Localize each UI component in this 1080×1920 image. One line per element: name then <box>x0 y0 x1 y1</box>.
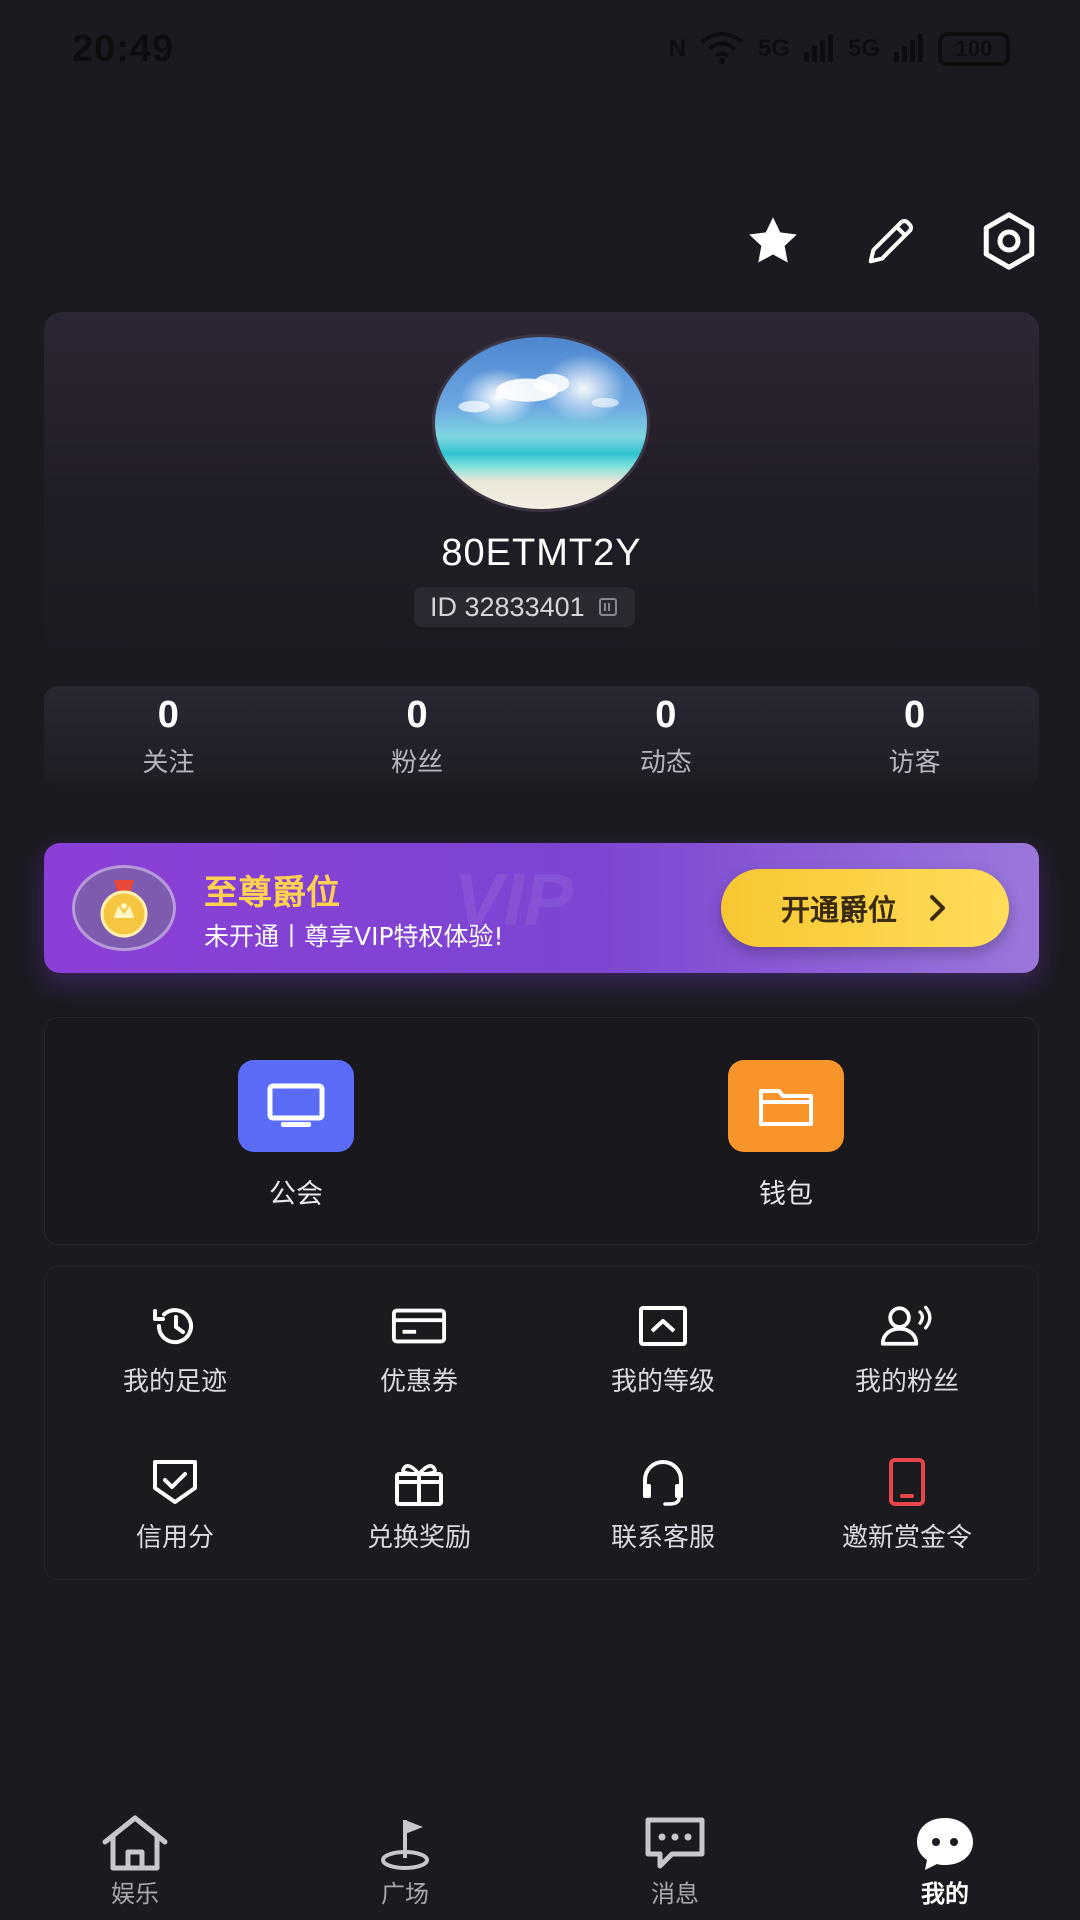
status-bar: 20:49 N 5G 5G 100 <box>0 0 1080 110</box>
service-invite[interactable]: 邀新赏金令 <box>785 1457 1029 1554</box>
signal-5g-1: 5G <box>757 35 790 62</box>
guild-button[interactable]: 公会 <box>196 1060 396 1211</box>
signal-bars-icon <box>894 32 924 66</box>
gift-icon <box>391 1457 447 1507</box>
user-id[interactable]: ID 32833401 <box>414 587 635 627</box>
favorite-star-button[interactable] <box>742 210 804 272</box>
service-label: 联系客服 <box>610 1523 715 1553</box>
chevron-right-icon <box>930 895 945 921</box>
edit-profile-button[interactable] <box>860 210 922 272</box>
battery-indicator: 100 <box>938 32 1010 66</box>
phone-icon <box>879 1457 935 1507</box>
copy-icon <box>598 598 617 616</box>
vip-subtitle: 未开通丨尊享VIP特权体验! <box>204 922 504 951</box>
level-icon <box>635 1301 691 1351</box>
star-icon <box>749 217 797 263</box>
service-label: 兑换奖励 <box>366 1523 471 1553</box>
vip-banner[interactable]: VIP 至尊爵位 未开通丨尊享VIP特权体验! 开通爵位 <box>44 843 1039 973</box>
bottom-tab-bar: 娱乐 广场 消息 我的 <box>0 1800 1080 1920</box>
service-label: 优惠券 <box>379 1367 458 1397</box>
open-vip-button[interactable]: 开通爵位 <box>721 869 1009 947</box>
folder-icon <box>728 1060 844 1152</box>
service-label: 我的粉丝 <box>854 1367 959 1397</box>
status-time: 20:49 <box>72 28 175 70</box>
stat-following[interactable]: 0 关注 <box>44 686 293 786</box>
guild-label: 公会 <box>269 1179 323 1210</box>
profile-card: 80ETMT2Y ID 32833401 <box>44 312 1039 658</box>
tab-label: 消息 <box>651 1880 699 1908</box>
fans-icon <box>879 1301 935 1351</box>
services-grid: 我的足迹 优惠券 我的等级 我的粉丝 信用分 兑换奖励 联系客服 邀新赏金令 <box>44 1266 1039 1580</box>
status-icons: N 5G 5G 100 <box>669 30 1010 68</box>
settings-hexagon-icon <box>983 212 1035 270</box>
service-history[interactable]: 我的足迹 <box>53 1301 297 1398</box>
headset-icon <box>635 1457 691 1507</box>
wallet-button[interactable]: 钱包 <box>686 1060 886 1211</box>
service-credit[interactable]: 信用分 <box>53 1457 297 1554</box>
stats-bar: 0 关注 0 粉丝 0 动态 0 访客 <box>44 686 1039 786</box>
tab-square[interactable]: 广场 <box>270 1800 540 1920</box>
me-bubble-icon <box>917 1818 973 1870</box>
service-fans[interactable]: 我的粉丝 <box>785 1301 1029 1398</box>
wallet-label: 钱包 <box>759 1179 813 1210</box>
stat-visitors[interactable]: 0 访客 <box>790 686 1039 786</box>
stat-value: 0 <box>904 693 926 736</box>
stat-posts[interactable]: 0 动态 <box>542 686 791 786</box>
service-label: 我的等级 <box>610 1367 715 1397</box>
signal-5g-2: 5G <box>847 35 880 62</box>
user-id-text: ID 32833401 <box>430 591 585 622</box>
tab-entertainment[interactable]: 娱乐 <box>0 1800 270 1920</box>
pencil-icon <box>868 219 913 264</box>
credit-shield-icon <box>147 1457 203 1507</box>
tab-me[interactable]: 我的 <box>810 1800 1080 1920</box>
service-coupon[interactable]: 优惠券 <box>297 1301 541 1398</box>
wifi-icon <box>700 30 744 68</box>
service-redeem[interactable]: 兑换奖励 <box>297 1457 541 1554</box>
stat-value: 0 <box>655 693 677 736</box>
nfc-icon: N <box>668 35 686 62</box>
medal-icon <box>72 865 176 951</box>
settings-button[interactable] <box>978 210 1040 272</box>
golf-flag-icon <box>381 1820 429 1870</box>
stat-value: 0 <box>157 693 179 736</box>
tab-label: 广场 <box>381 1880 429 1908</box>
vip-title: 至尊爵位 <box>204 873 340 913</box>
monitor-icon <box>238 1060 354 1152</box>
history-icon <box>147 1301 203 1351</box>
username: 80ETMT2Y <box>441 532 642 574</box>
coupon-icon <box>391 1301 447 1351</box>
stat-label: 粉丝 <box>391 747 444 778</box>
tab-label: 娱乐 <box>111 1880 159 1908</box>
service-support[interactable]: 联系客服 <box>541 1457 785 1554</box>
header-actions <box>742 210 1040 272</box>
service-label: 我的足迹 <box>122 1367 227 1397</box>
stat-label: 关注 <box>142 747 195 778</box>
home-icon <box>102 1815 168 1871</box>
stat-label: 访客 <box>888 747 941 778</box>
service-label: 邀新赏金令 <box>841 1523 972 1553</box>
message-icon <box>645 1817 705 1869</box>
tab-label: 我的 <box>921 1880 969 1908</box>
signal-bars-icon <box>803 32 834 66</box>
avatar[interactable] <box>432 334 650 512</box>
open-vip-label: 开通爵位 <box>780 893 897 927</box>
tab-messages[interactable]: 消息 <box>540 1800 810 1920</box>
stat-label: 动态 <box>639 747 692 778</box>
stat-fans[interactable]: 0 粉丝 <box>293 686 542 786</box>
service-label: 信用分 <box>135 1523 214 1553</box>
service-level[interactable]: 我的等级 <box>541 1301 785 1398</box>
stat-value: 0 <box>406 693 428 736</box>
quick-actions-card: 公会 钱包 <box>44 1017 1039 1245</box>
